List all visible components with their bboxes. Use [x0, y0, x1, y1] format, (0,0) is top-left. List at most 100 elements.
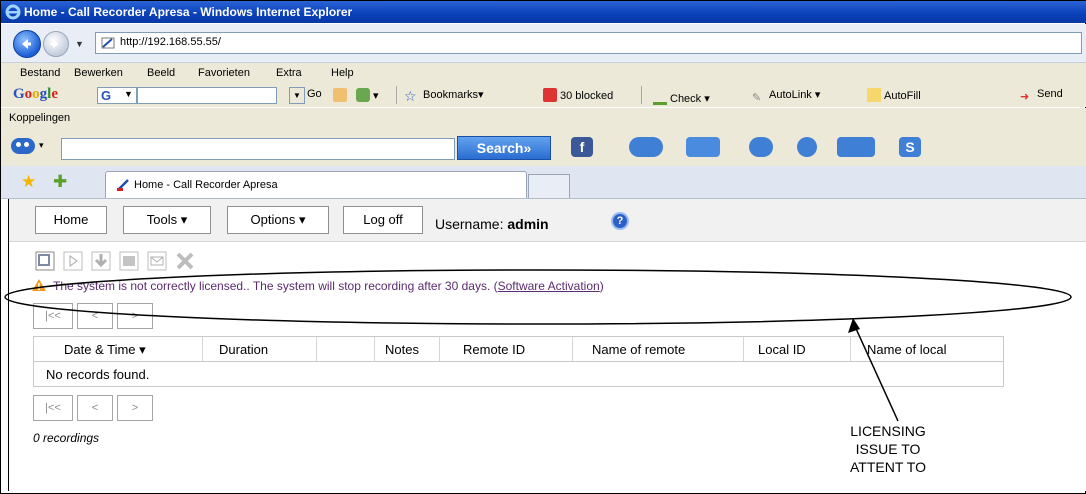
- next-page-button[interactable]: >: [117, 303, 153, 329]
- navigation-bar: ▼ http://192.168.55.55/: [1, 24, 1086, 63]
- extensions-icon[interactable]: ▾: [356, 88, 379, 102]
- toolbar-search-input[interactable]: [61, 138, 455, 160]
- internet-explorer-icon: [5, 4, 21, 20]
- google-toolbar: Google G ▼ ▼ Go ▾ ☆ Bookmarks▾ 30 blocked …: [1, 83, 1086, 107]
- tab-bar: ★ ✚ Home - Call Recorder Apresa: [1, 166, 1086, 199]
- bookmarks-button[interactable]: ☆ Bookmarks▾: [404, 88, 484, 104]
- forward-arrow-icon: [50, 39, 59, 49]
- menu-bewerken[interactable]: Bewerken: [74, 67, 123, 79]
- callout-line: LICENSING: [850, 423, 926, 439]
- tab-home[interactable]: Home - Call Recorder Apresa: [105, 171, 527, 198]
- software-activation-link[interactable]: Software Activation: [498, 279, 600, 293]
- column-name-of-local[interactable]: Name of local: [867, 342, 946, 357]
- separator: [396, 86, 397, 104]
- links-label[interactable]: Koppelingen: [9, 112, 70, 124]
- search-button[interactable]: Search»: [457, 136, 551, 160]
- add-favorite-icon[interactable]: ✚: [53, 172, 67, 192]
- play-icon[interactable]: [63, 251, 83, 271]
- prev-page-button[interactable]: <: [77, 303, 113, 329]
- menu-bestand[interactable]: Bestand: [20, 67, 60, 79]
- column-name-of-remote[interactable]: Name of remote: [592, 342, 685, 357]
- forward-button[interactable]: [43, 31, 69, 57]
- column-date-time[interactable]: Date & Time ▾: [64, 342, 146, 358]
- menu-extra[interactable]: Extra: [276, 67, 302, 79]
- download-icon[interactable]: [91, 251, 111, 271]
- save-icon[interactable]: [119, 251, 139, 271]
- first-page-button[interactable]: |<<: [33, 395, 73, 421]
- news-icon[interactable]: [686, 137, 720, 157]
- search-toolbar: ▾ Search» f S: [1, 130, 1086, 167]
- email-icon[interactable]: [147, 251, 167, 271]
- annotation-callout: LICENSING ISSUE TO ATTENT TO: [823, 422, 953, 476]
- tools-button[interactable]: Tools ▾: [123, 206, 211, 234]
- preview-icon[interactable]: [35, 251, 55, 271]
- autolink-button[interactable]: ✎ AutoLink ▾: [752, 88, 820, 105]
- popups-blocked-button[interactable]: 30 blocked: [543, 88, 613, 102]
- new-tab-button[interactable]: [528, 174, 570, 198]
- star-icon: ☆: [404, 88, 417, 104]
- back-arrow-icon: [22, 39, 31, 49]
- column-remote-id[interactable]: Remote ID: [463, 342, 525, 357]
- license-warning: The system is not correctly licensed.. T…: [31, 278, 604, 293]
- youtube-icon[interactable]: [837, 137, 875, 157]
- go-button[interactable]: Go: [307, 88, 322, 100]
- address-url: http://192.168.55.55/: [120, 36, 221, 48]
- empty-message: No records found.: [46, 367, 150, 382]
- games-icon[interactable]: [749, 137, 773, 157]
- google-menu-select[interactable]: G ▼: [97, 87, 137, 104]
- home-button[interactable]: Home: [35, 206, 107, 234]
- chevron-down-icon: ▼: [124, 89, 133, 99]
- google-logo: Google: [13, 86, 59, 102]
- table-header: Date & Time ▾ Duration Notes Remote ID N…: [34, 337, 1003, 362]
- recordings-count: 0 recordings: [33, 431, 100, 445]
- back-button[interactable]: [13, 30, 41, 58]
- menu-beeld[interactable]: Beeld: [147, 67, 175, 79]
- skype-icon[interactable]: S: [899, 137, 921, 157]
- callout-line: ATTENT TO: [850, 459, 926, 475]
- prev-page-button[interactable]: <: [77, 395, 113, 421]
- column-notes[interactable]: Notes: [385, 342, 419, 357]
- messenger-icon[interactable]: [797, 137, 817, 157]
- options-button[interactable]: Options ▾: [227, 206, 329, 234]
- autolink-icon: ✎: [752, 92, 762, 104]
- logoff-button[interactable]: Log off: [343, 206, 423, 234]
- column-duration[interactable]: Duration: [219, 342, 268, 357]
- facebook-icon[interactable]: f: [571, 137, 593, 157]
- column-local-id[interactable]: Local ID: [758, 342, 806, 357]
- delete-icon[interactable]: [175, 251, 195, 271]
- send-icon: ➜: [1020, 91, 1030, 103]
- weather-icon[interactable]: [629, 137, 663, 157]
- recordings-table: Date & Time ▾ Duration Notes Remote ID N…: [33, 336, 1004, 387]
- spellcheck-icon: [653, 88, 667, 105]
- username-display: Username: admin: [435, 216, 549, 232]
- blocked-icon: [543, 88, 557, 102]
- autofill-button[interactable]: AutoFill: [867, 88, 921, 102]
- warning-message: The system is not correctly licensed.. T…: [53, 279, 498, 293]
- chevron-down-icon[interactable]: ▾: [39, 140, 44, 151]
- menu-bar: Bestand Bewerken Beeld Favorieten Extra …: [1, 63, 1086, 83]
- autofill-icon: [867, 88, 881, 102]
- send-button[interactable]: ➜ Send: [1020, 88, 1063, 104]
- google-search-input[interactable]: [137, 87, 277, 104]
- warning-icon: [32, 279, 46, 291]
- toolbar-logo-icon[interactable]: [11, 138, 35, 154]
- page-icon: [101, 37, 115, 49]
- title-bar: Home - Call Recorder Apresa - Windows In…: [1, 1, 1086, 23]
- app-toolbar: Home Tools ▾ Options ▾ Log off Username:…: [9, 199, 1086, 242]
- tab-title: Home - Call Recorder Apresa: [134, 179, 278, 191]
- google-search-dropdown[interactable]: ▼: [289, 87, 305, 104]
- first-page-button[interactable]: |<<: [33, 303, 73, 329]
- help-icon[interactable]: ?: [611, 212, 629, 230]
- window-title: Home - Call Recorder Apresa - Windows In…: [24, 5, 353, 19]
- next-page-button[interactable]: >: [117, 395, 153, 421]
- separator: [641, 86, 642, 104]
- spellcheck-button[interactable]: Check ▾: [653, 88, 710, 105]
- history-dropdown-icon[interactable]: ▼: [75, 39, 84, 49]
- callout-line: ISSUE TO: [855, 441, 921, 457]
- links-bar: Koppelingen: [1, 108, 1086, 130]
- favorites-star-icon[interactable]: ★: [21, 172, 36, 192]
- address-bar[interactable]: http://192.168.55.55/: [95, 32, 1082, 54]
- menu-help[interactable]: Help: [331, 67, 354, 79]
- menu-favorieten[interactable]: Favorieten: [198, 67, 250, 79]
- popup-blocker-icon[interactable]: [333, 88, 350, 102]
